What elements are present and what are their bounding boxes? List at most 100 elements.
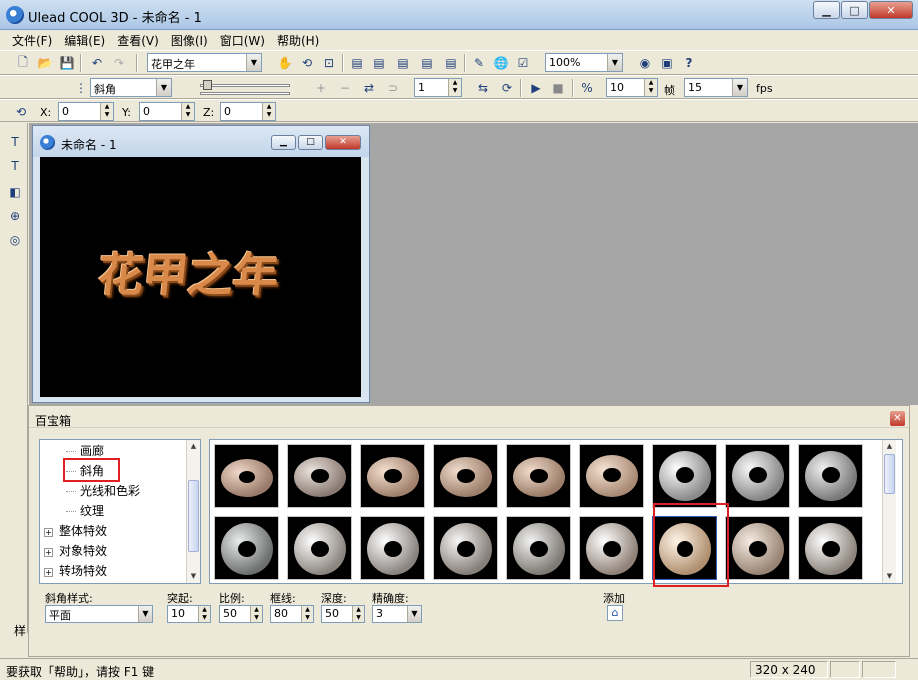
expand-icon[interactable]: + bbox=[44, 568, 53, 577]
zoom-select-icon[interactable]: ⊕ bbox=[6, 207, 24, 225]
add-to-palette-icon[interactable]: ⌂ bbox=[607, 605, 623, 621]
tree-item-object-fx[interactable]: + 对象特效 bbox=[44, 542, 107, 559]
frames-spinner[interactable]: 10 ▲ ▼ bbox=[606, 78, 658, 97]
color-globe-icon[interactable]: ◉ bbox=[636, 54, 654, 72]
position-icon[interactable]: ⟲ bbox=[12, 103, 30, 121]
minimize-button[interactable]: ▁ bbox=[813, 1, 840, 19]
tree-item-light-color[interactable]: 光线和色彩 bbox=[66, 482, 140, 499]
bevel-thumbnail-1[interactable] bbox=[214, 444, 279, 508]
layer-4-icon[interactable]: ▤ bbox=[418, 54, 436, 72]
percent-icon[interactable]: % bbox=[578, 79, 596, 97]
text-insert-icon[interactable]: T bbox=[6, 133, 24, 151]
context-help-icon[interactable]: ? bbox=[680, 54, 698, 72]
document-title-bar[interactable]: 未命名 - 1 ▁ □ ✕ bbox=[33, 126, 369, 157]
check-icon[interactable]: ☑ bbox=[514, 54, 532, 72]
tree-scrollbar[interactable]: ▲ ▼ bbox=[186, 440, 200, 583]
play-icon[interactable]: ▶ bbox=[527, 79, 545, 97]
bevel-thumbnail-12[interactable] bbox=[360, 516, 425, 580]
scroll-up-icon[interactable]: ▲ bbox=[187, 440, 200, 452]
resize-object-icon[interactable]: ⊡ bbox=[320, 54, 338, 72]
bevel-thumbnail-15[interactable] bbox=[579, 516, 644, 580]
expand-icon[interactable]: + bbox=[44, 548, 53, 557]
bevel-thumbnail-10[interactable] bbox=[214, 516, 279, 580]
scroll-thumb[interactable] bbox=[188, 480, 199, 552]
geometry-icon[interactable]: ◎ bbox=[6, 231, 24, 249]
menu-help[interactable]: 帮助(H) bbox=[271, 30, 325, 49]
palette-close-button[interactable]: ✕ bbox=[890, 411, 905, 426]
art-text[interactable]: 花甲之年 bbox=[95, 239, 282, 305]
scroll-down-icon[interactable]: ▼ bbox=[883, 570, 896, 582]
menu-edit[interactable]: 编辑(E) bbox=[58, 30, 111, 49]
layer-3-icon[interactable]: ▤ bbox=[394, 54, 412, 72]
bevel-thumbnail-13[interactable] bbox=[433, 516, 498, 580]
bevel-thumbnail-8[interactable] bbox=[725, 444, 790, 508]
document-window[interactable]: 未命名 - 1 ▁ □ ✕ 花甲之年 bbox=[32, 125, 370, 403]
new-file-icon[interactable]: 🗋 bbox=[14, 54, 32, 72]
bevel-thumbnail-18[interactable] bbox=[798, 516, 863, 580]
menu-window[interactable]: 窗口(W) bbox=[214, 30, 271, 49]
bevel-thumbnail-4[interactable] bbox=[433, 444, 498, 508]
scroll-up-icon[interactable]: ▲ bbox=[883, 440, 896, 452]
zoom-select[interactable]: 100% ▼ bbox=[545, 53, 623, 72]
menu-image[interactable]: 图像(I) bbox=[165, 30, 214, 49]
redo-icon[interactable]: ↷ bbox=[110, 54, 128, 72]
menu-file[interactable]: 文件(F) bbox=[6, 30, 58, 49]
doc-close-button[interactable]: ✕ bbox=[325, 135, 361, 150]
thumbnail-scrollbar[interactable]: ▲ ▼ bbox=[882, 440, 896, 583]
shape-insert-icon[interactable]: ◧ bbox=[6, 183, 24, 201]
layer-1-icon[interactable]: ▤ bbox=[348, 54, 366, 72]
text-edit-icon[interactable]: T bbox=[6, 157, 24, 175]
globe-icon[interactable]: 🌐 bbox=[492, 54, 510, 72]
expand-icon[interactable]: + bbox=[44, 528, 53, 537]
reverse-icon[interactable]: ⊃ bbox=[384, 79, 402, 97]
tree-item-bevel[interactable]: 斜角 bbox=[66, 462, 104, 479]
bevel-thumbnail-2[interactable] bbox=[287, 444, 352, 508]
refresh-icon[interactable]: ⟳ bbox=[498, 79, 516, 97]
paint-icon[interactable]: ✎ bbox=[470, 54, 488, 72]
maximize-button[interactable]: □ bbox=[841, 1, 868, 19]
doc-minimize-button[interactable]: ▁ bbox=[271, 135, 296, 150]
bevel-thumbnail-17[interactable] bbox=[725, 516, 790, 580]
layer-2-icon[interactable]: ▤ bbox=[370, 54, 388, 72]
bevel-thumbnail-14[interactable] bbox=[506, 516, 571, 580]
image-icon[interactable]: ▣ bbox=[658, 54, 676, 72]
frame-number-spinner[interactable]: 1 ▲ ▼ bbox=[414, 78, 462, 97]
bevel-thumbnail-7[interactable] bbox=[652, 444, 717, 508]
hand-icon[interactable]: ✋ bbox=[276, 54, 294, 72]
bevel-thumbnail-11[interactable] bbox=[287, 516, 352, 580]
loop-icon[interactable]: ⇆ bbox=[474, 79, 492, 97]
style-select[interactable]: 斜角 ▼ bbox=[90, 78, 172, 97]
x-spinner[interactable]: 0 ▲ ▼ bbox=[58, 102, 114, 121]
bevel-thumbnail-5[interactable] bbox=[506, 444, 571, 508]
doc-maximize-button[interactable]: □ bbox=[298, 135, 323, 150]
swap-icon[interactable]: ⇄ bbox=[360, 79, 378, 97]
remove-key-icon[interactable]: − bbox=[336, 79, 354, 97]
render-canvas[interactable]: 花甲之年 bbox=[40, 157, 361, 397]
close-button[interactable]: ✕ bbox=[869, 1, 913, 19]
rotate-object-icon[interactable]: ⟲ bbox=[298, 54, 316, 72]
bevel-thumbnail-grid[interactable]: ▲ ▼ bbox=[209, 439, 903, 584]
object-select[interactable]: 花甲之年 ▼ bbox=[147, 53, 262, 72]
undo-icon[interactable]: ↶ bbox=[88, 54, 106, 72]
tree-item-global-fx[interactable]: + 整体特效 bbox=[44, 522, 107, 539]
tree-item-texture[interactable]: 纹理 bbox=[66, 502, 104, 519]
save-icon[interactable]: 💾 bbox=[58, 54, 76, 72]
open-folder-icon[interactable]: 📂 bbox=[36, 54, 54, 72]
layer-5-icon[interactable]: ▤ bbox=[442, 54, 460, 72]
bevel-thumbnail-3[interactable] bbox=[360, 444, 425, 508]
y-spinner[interactable]: 0 ▲ ▼ bbox=[139, 102, 195, 121]
tree-item-gallery[interactable]: 画廊 bbox=[66, 442, 104, 459]
bevel-thumbnail-9[interactable] bbox=[798, 444, 863, 508]
stop-icon[interactable]: ■ bbox=[549, 79, 567, 97]
category-tree[interactable]: 画廊 斜角 光线和色彩 纹理 + 整体特效 + 对象特效 + 转场特效 ▲ ▼ bbox=[39, 439, 201, 584]
scroll-thumb[interactable] bbox=[884, 454, 895, 494]
menu-view[interactable]: 查看(V) bbox=[111, 30, 165, 49]
bevel-thumbnail-6[interactable] bbox=[579, 444, 644, 508]
fps-select[interactable]: 15 ▼ bbox=[684, 78, 748, 97]
z-spinner[interactable]: 0 ▲ ▼ bbox=[220, 102, 276, 121]
tree-item-transition-fx[interactable]: + 转场特效 bbox=[44, 562, 107, 579]
bevel-thumbnail-16-selected[interactable] bbox=[652, 516, 717, 580]
scroll-down-icon[interactable]: ▼ bbox=[187, 570, 200, 582]
add-key-icon[interactable]: + bbox=[312, 79, 330, 97]
timeline-slider[interactable] bbox=[185, 80, 295, 96]
